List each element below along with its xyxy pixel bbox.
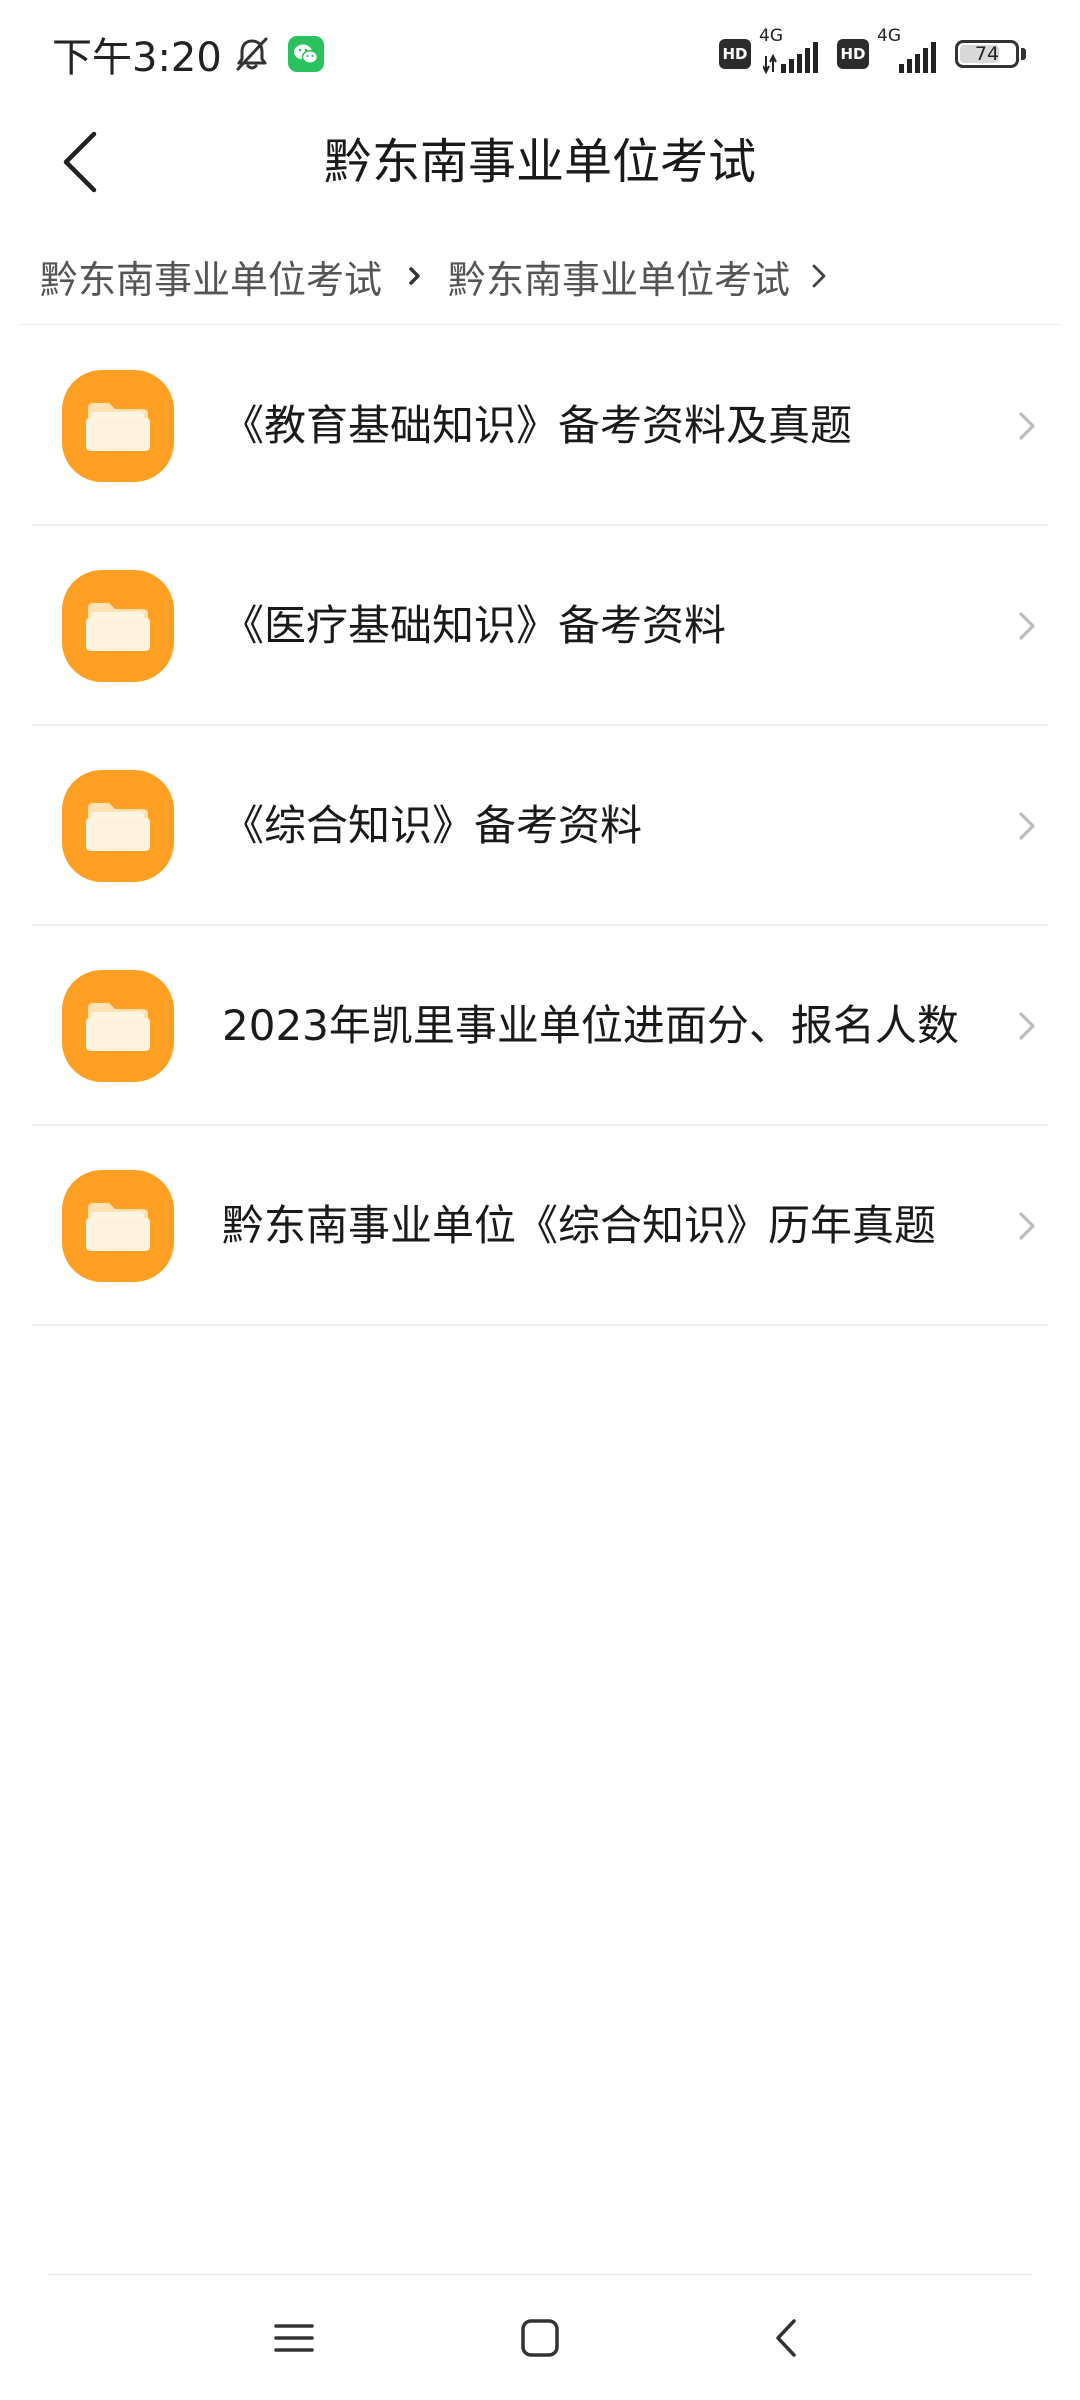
folder-label: 《医疗基础知识》备考资料 (222, 601, 727, 650)
folder-label: 《综合知识》备考资料 (222, 801, 643, 850)
list-item[interactable]: 《医疗基础知识》备考资料 (32, 526, 1048, 726)
home-icon (521, 2319, 559, 2357)
navigation-bar (0, 2276, 1080, 2400)
battery-icon: 74 (955, 40, 1019, 68)
folder-label: 黔东南事业单位《综合知识》历年真题 (222, 1201, 937, 1250)
chevron-right-icon (812, 264, 826, 288)
folder-icon (62, 370, 174, 482)
chevron-left-icon (63, 131, 97, 193)
bell-muted-icon (236, 37, 268, 71)
network-type-sim1: 4G (759, 26, 783, 46)
status-time: 下午3:20 (52, 35, 222, 81)
network-sim1: 4G (759, 26, 821, 74)
chevron-right-icon (1019, 612, 1035, 640)
battery-cap (1021, 48, 1026, 60)
breadcrumb-separator-icon (409, 267, 420, 285)
folder-list: 《教育基础知识》备考资料及真题 《医疗基础知识》备考资料 《综合知识》备考资料 … (32, 326, 1048, 1326)
folder-label: 《教育基础知识》备考资料及真题 (222, 401, 853, 450)
folder-label: 2023年凯里事业单位进面分、报名人数 (222, 1001, 959, 1050)
folder-icon (62, 770, 174, 882)
list-item[interactable]: 《综合知识》备考资料 (32, 726, 1048, 926)
chevron-right-icon (1019, 1212, 1035, 1240)
title-bar: 黔东南事业单位考试 (0, 108, 1080, 216)
nav-home-button[interactable] (500, 2298, 580, 2378)
menu-icon (274, 2324, 314, 2352)
folder-icon (62, 970, 174, 1082)
chevron-right-icon (1019, 412, 1035, 440)
wechat-icon (287, 36, 324, 72)
page-title: 黔东南事业单位考试 (323, 134, 756, 190)
breadcrumb-item-root[interactable]: 黔东南事业单位考试 (40, 249, 382, 304)
back-icon (776, 2319, 796, 2357)
chevron-right-icon (1019, 812, 1035, 840)
status-bar: 下午3:20 HD 4G HD 4G 74 (0, 0, 1080, 108)
network-type-sim2: 4G (877, 26, 901, 46)
list-item[interactable]: 2023年凯里事业单位进面分、报名人数 (32, 926, 1048, 1126)
back-button[interactable] (44, 122, 116, 202)
folder-icon (62, 1170, 174, 1282)
divider (18, 324, 1062, 325)
hd-badge-sim2: HD (837, 39, 869, 69)
list-item[interactable]: 黔东南事业单位《综合知识》历年真题 (32, 1126, 1048, 1326)
list-item[interactable]: 《教育基础知识》备考资料及真题 (32, 326, 1048, 526)
battery-level: 74 (974, 43, 1000, 65)
network-sim2: 4G (877, 26, 939, 74)
breadcrumb-item-current[interactable]: 黔东南事业单位考试 (448, 249, 790, 304)
nav-back-button[interactable] (746, 2298, 826, 2378)
status-right: HD 4G HD 4G 74 (719, 26, 1026, 78)
nav-menu-button[interactable] (254, 2298, 334, 2378)
chevron-right-icon (1019, 1012, 1035, 1040)
breadcrumb: 黔东南事业单位考试 黔东南事业单位考试 (40, 236, 834, 316)
status-left: 下午3:20 (52, 28, 324, 81)
hd-badge-sim1: HD (719, 39, 751, 69)
folder-icon (62, 570, 174, 682)
nav-divider (48, 2274, 1032, 2275)
